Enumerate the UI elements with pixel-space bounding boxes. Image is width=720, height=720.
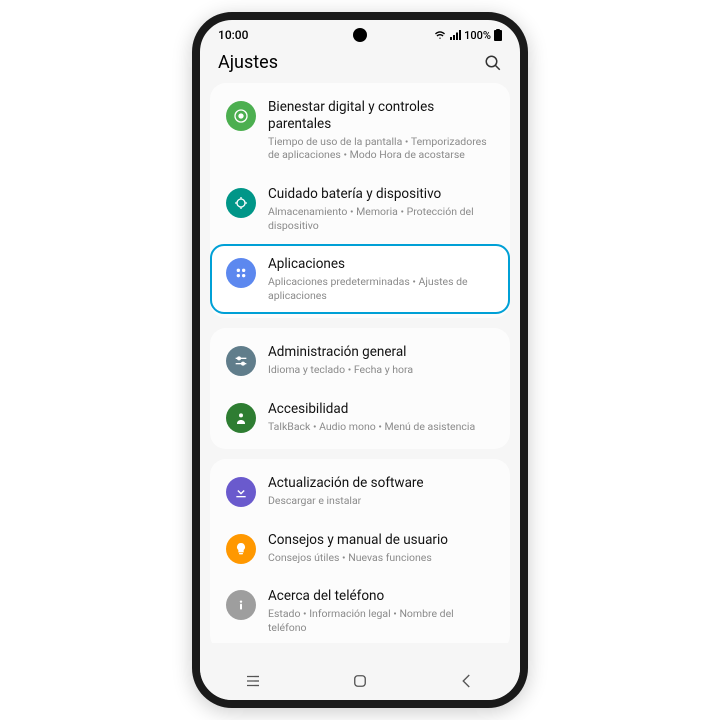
settings-item-text: Accesibilidad TalkBack • Audio mono • Men… [268, 401, 494, 434]
settings-item-tips[interactable]: Consejos y manual de usuario Consejos úti… [210, 520, 510, 577]
status-battery: 100% [464, 29, 491, 42]
back-button[interactable] [458, 672, 476, 690]
info-icon [226, 590, 256, 620]
settings-item-sub: TalkBack • Audio mono • Menú de asistenc… [268, 420, 494, 434]
settings-item-text: Bienestar digital y controles parentales… [268, 99, 494, 162]
settings-group: Bienestar digital y controles parentales… [210, 83, 510, 318]
settings-item-title: Consejos y manual de usuario [268, 532, 494, 549]
target-icon [226, 101, 256, 131]
header: Ajustes [200, 46, 520, 83]
download-icon [226, 477, 256, 507]
camera-notch [353, 28, 367, 42]
settings-list[interactable]: Bienestar digital y controles parentales… [200, 83, 520, 643]
status-right: 100% [434, 29, 502, 42]
settings-item-accessibility[interactable]: Accesibilidad TalkBack • Audio mono • Men… [210, 389, 510, 446]
wifi-icon [434, 29, 446, 41]
settings-item-sub: Aplicaciones predeterminadas • Ajustes d… [268, 275, 494, 302]
page-title: Ajustes [218, 52, 278, 73]
phone-frame: 10:00 100% Ajustes Bienestar digital y c… [192, 12, 528, 708]
settings-item-title: Actualización de software [268, 475, 494, 492]
settings-item-title: Accesibilidad [268, 401, 494, 418]
sliders-icon [226, 346, 256, 376]
settings-item-text: Aplicaciones Aplicaciones predeterminadas… [268, 256, 494, 302]
settings-item-sub: Estado • Información legal • Nombre del … [268, 607, 494, 634]
search-icon[interactable] [484, 54, 502, 72]
settings-item-about[interactable]: Acerca del teléfono Estado • Información … [210, 576, 510, 643]
bulb-icon [226, 534, 256, 564]
settings-item-apps[interactable]: Aplicaciones Aplicaciones predeterminadas… [210, 244, 510, 314]
settings-item-title: Administración general [268, 344, 494, 361]
settings-group: Actualización de software Descargar e ins… [210, 459, 510, 643]
settings-item-sub: Descargar e instalar [268, 494, 494, 508]
settings-item-sub: Idioma y teclado • Fecha y hora [268, 363, 494, 377]
settings-item-title: Acerca del teléfono [268, 588, 494, 605]
settings-item-text: Acerca del teléfono Estado • Información … [268, 588, 494, 634]
home-button[interactable] [351, 672, 369, 690]
settings-item-text: Actualización de software Descargar e ins… [268, 475, 494, 508]
settings-item-sub: Consejos útiles • Nuevas funciones [268, 551, 494, 565]
status-time: 10:00 [218, 28, 248, 42]
settings-item-text: Consejos y manual de usuario Consejos úti… [268, 532, 494, 565]
recents-button[interactable] [244, 672, 262, 690]
battery-icon [494, 29, 502, 41]
settings-item-device-care[interactable]: Cuidado batería y dispositivo Almacenamie… [210, 174, 510, 244]
apps-icon [226, 258, 256, 288]
settings-item-sub: Almacenamiento • Memoria • Protección de… [268, 205, 494, 232]
settings-item-digital-wellbeing[interactable]: Bienestar digital y controles parentales… [210, 87, 510, 174]
settings-item-title: Cuidado batería y dispositivo [268, 186, 494, 203]
person-icon [226, 403, 256, 433]
settings-item-title: Bienestar digital y controles parentales [268, 99, 494, 133]
settings-item-sub: Tiempo de uso de la pantalla • Temporiza… [268, 135, 494, 162]
care-icon [226, 188, 256, 218]
nav-bar [200, 662, 520, 700]
settings-item-title: Aplicaciones [268, 256, 494, 273]
settings-item-text: Administración general Idioma y teclado •… [268, 344, 494, 377]
settings-item-software-update[interactable]: Actualización de software Descargar e ins… [210, 463, 510, 520]
signal-icon [449, 29, 461, 41]
settings-group: Administración general Idioma y teclado •… [210, 328, 510, 449]
settings-item-general[interactable]: Administración general Idioma y teclado •… [210, 332, 510, 389]
settings-item-text: Cuidado batería y dispositivo Almacenamie… [268, 186, 494, 232]
